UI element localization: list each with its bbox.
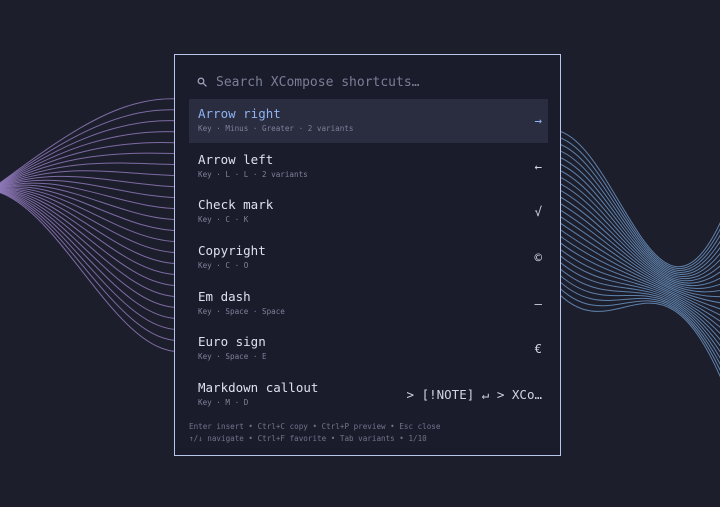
result-row-arrow-left[interactable]: Arrow left Key · L · L · 2 variants ←: [189, 145, 548, 189]
result-title: Arrow right: [198, 106, 281, 121]
result-row-em-dash[interactable]: Em dash Key · Space · Space —: [189, 282, 548, 326]
result-keys: Key · C · O: [198, 261, 249, 271]
result-row-check-mark[interactable]: Check mark Key · C · K √: [189, 190, 548, 234]
result-title: Copyright: [198, 243, 266, 259]
wave-line: [0, 190, 191, 320]
result-title: Em dash: [198, 288, 251, 304]
wave-line: [554, 155, 720, 275]
result-keys: Key · L · L · 2 variants: [198, 169, 308, 179]
result-preview: ©: [534, 250, 542, 266]
search-input[interactable]: [216, 74, 536, 90]
search-icon: [197, 77, 207, 87]
keyboard-hints: Enter insert • Ctrl+C copy • Ctrl+P prev…: [189, 421, 548, 445]
wave-line: [0, 98, 191, 184]
hint-line-actions: Enter insert • Ctrl+C copy • Ctrl+P prev…: [189, 422, 441, 431]
wave-line: [554, 212, 720, 304]
search-bar: [193, 71, 548, 93]
result-keys: Key · Space · E: [198, 352, 267, 362]
hint-line-navigation: ↑/↓ navigate • Ctrl+F favorite • Tab var…: [189, 434, 427, 443]
wave-line: [554, 289, 720, 378]
wave-line: [0, 191, 191, 331]
result-preview: →: [534, 113, 542, 128]
wave-line: [554, 174, 720, 282]
result-preview: > [!NOTE] ↵ > XCo…: [406, 387, 542, 403]
result-row-euro-sign[interactable]: Euro sign Key · Space · E €: [189, 327, 548, 371]
desktop-background: Arrow right Key · Minus · Greater · 2 va…: [0, 0, 720, 507]
wave-line: [554, 148, 720, 273]
result-row-arrow-right[interactable]: Arrow right Key · Minus · Greater · 2 va…: [189, 99, 548, 143]
result-title: Arrow left: [198, 151, 274, 167]
result-preview: €: [534, 341, 542, 357]
result-keys: Key · Minus · Greater · 2 variants: [198, 124, 354, 133]
results-list: Arrow right Key · Minus · Greater · 2 va…: [189, 99, 548, 419]
result-title: Check mark: [198, 197, 274, 213]
xcompose-picker-panel: Arrow right Key · Minus · Greater · 2 va…: [174, 54, 561, 456]
result-preview: √: [534, 204, 542, 220]
wave-line: [554, 238, 720, 328]
result-row-copyright[interactable]: Copyright Key · C · O ©: [189, 236, 548, 280]
result-keys: Key · C · K: [198, 215, 249, 225]
wave-line: [554, 276, 720, 365]
result-preview: ←: [534, 158, 542, 174]
result-keys: Key · Space · Space: [198, 306, 285, 316]
result-title: Euro sign: [198, 334, 266, 350]
wave-line: [0, 120, 191, 185]
result-row-markdown-callout[interactable]: Markdown callout Key · M · D > [!NOTE] ↵…: [189, 373, 548, 417]
result-preview: —: [534, 295, 542, 311]
